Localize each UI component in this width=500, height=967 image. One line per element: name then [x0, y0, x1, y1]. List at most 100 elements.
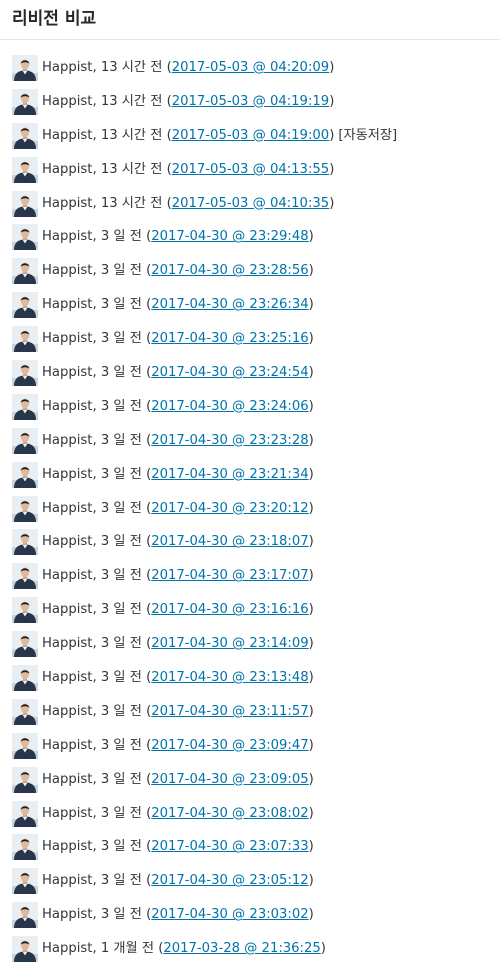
- open-paren: (: [141, 229, 152, 245]
- revision-list: Happist, 13 시간 전 (2017-05-03 @ 04:20:09)…: [12, 51, 500, 966]
- revision-date-link[interactable]: 2017-04-30 @ 23:05:12: [151, 872, 308, 890]
- revision-date-link[interactable]: 2017-04-30 @ 23:24:54: [151, 364, 308, 382]
- open-paren: (: [141, 737, 152, 753]
- open-paren: (: [141, 703, 152, 719]
- revision-date-link[interactable]: 2017-04-30 @ 23:24:06: [151, 398, 308, 416]
- close-paren: ): [308, 500, 314, 516]
- revision-author-time: Happist, 3 일 전: [42, 907, 142, 923]
- open-paren: (: [141, 364, 152, 380]
- close-paren: ): [320, 941, 326, 957]
- revision-author-time: Happist, 3 일 전: [42, 805, 142, 821]
- close-paren: ): [308, 771, 314, 787]
- open-paren: (: [141, 331, 152, 347]
- revision-item: Happist, 3 일 전 (2017-04-30 @ 23:05:12): [12, 864, 500, 898]
- close-paren: ): [308, 466, 314, 482]
- close-paren: ): [308, 805, 314, 821]
- avatar: [12, 156, 38, 183]
- revision-date-link[interactable]: 2017-05-03 @ 04:19:00: [172, 127, 329, 145]
- revision-author-time: Happist, 3 일 전: [42, 602, 142, 618]
- open-paren: (: [141, 534, 152, 550]
- revision-author-time: Happist, 3 일 전: [42, 636, 142, 652]
- open-paren: (: [141, 432, 152, 448]
- revision-author-time: Happist, 13 시간 전: [42, 195, 163, 211]
- revision-author-time: Happist, 3 일 전: [42, 873, 142, 889]
- revision-author-time: Happist, 3 일 전: [42, 364, 142, 380]
- revision-date-link[interactable]: 2017-04-30 @ 23:21:34: [151, 466, 308, 484]
- avatar: [12, 902, 38, 929]
- revision-item: Happist, 3 일 전 (2017-04-30 @ 23:08:02): [12, 797, 500, 831]
- revision-date-link[interactable]: 2017-04-30 @ 23:17:07: [151, 567, 308, 585]
- revision-item: Happist, 3 일 전 (2017-04-30 @ 23:18:07): [12, 525, 500, 559]
- revision-date-link[interactable]: 2017-04-30 @ 23:14:09: [151, 635, 308, 653]
- revision-date-link[interactable]: 2017-04-30 @ 23:29:48: [151, 228, 308, 246]
- avatar: [12, 427, 38, 454]
- revision-date-link[interactable]: 2017-03-28 @ 21:36:25: [163, 940, 320, 958]
- open-paren: (: [141, 602, 152, 618]
- revision-date-link[interactable]: 2017-04-30 @ 23:13:48: [151, 669, 308, 687]
- close-paren: ): [308, 331, 314, 347]
- close-paren: ): [308, 364, 314, 380]
- revision-date-link[interactable]: 2017-05-03 @ 04:13:55: [172, 161, 329, 179]
- revision-author-time: Happist, 3 일 전: [42, 263, 142, 279]
- revision-date-link[interactable]: 2017-04-30 @ 23:08:02: [151, 805, 308, 823]
- avatar: [12, 88, 38, 115]
- revision-date-link[interactable]: 2017-04-30 @ 23:18:07: [151, 533, 308, 551]
- revision-author-time: Happist, 13 시간 전: [42, 127, 163, 143]
- revision-item: Happist, 3 일 전 (2017-04-30 @ 23:16:16): [12, 593, 500, 627]
- avatar: [12, 732, 38, 759]
- revision-author-time: Happist, 3 일 전: [42, 771, 142, 787]
- revision-date-link[interactable]: 2017-04-30 @ 23:07:33: [151, 838, 308, 856]
- open-paren: (: [141, 669, 152, 685]
- avatar: [12, 461, 38, 488]
- close-paren: ): [308, 737, 314, 753]
- revision-author-time: Happist, 3 일 전: [42, 297, 142, 313]
- close-paren: ): [308, 229, 314, 245]
- revision-date-link[interactable]: 2017-05-03 @ 04:19:19: [172, 93, 329, 111]
- revision-date-link[interactable]: 2017-05-03 @ 04:20:09: [172, 59, 329, 77]
- open-paren: (: [141, 636, 152, 652]
- revision-item: Happist, 3 일 전 (2017-04-30 @ 23:29:48): [12, 220, 500, 254]
- close-paren: ): [329, 93, 335, 109]
- avatar: [12, 597, 38, 624]
- close-paren: ): [308, 568, 314, 584]
- close-paren: ): [308, 703, 314, 719]
- revision-author-time: Happist, 3 일 전: [42, 669, 142, 685]
- revision-item: Happist, 3 일 전 (2017-04-30 @ 23:26:34): [12, 288, 500, 322]
- revision-date-link[interactable]: 2017-04-30 @ 23:28:56: [151, 262, 308, 280]
- revisions-header: 리비전 비교: [0, 0, 500, 40]
- revision-date-link[interactable]: 2017-04-30 @ 23:26:34: [151, 296, 308, 314]
- revision-author-time: Happist, 3 일 전: [42, 432, 142, 448]
- revision-date-link[interactable]: 2017-04-30 @ 23:03:02: [151, 906, 308, 924]
- open-paren: (: [141, 398, 152, 414]
- avatar: [12, 529, 38, 556]
- close-paren: ): [329, 59, 335, 75]
- avatar: [12, 292, 38, 319]
- avatar: [12, 766, 38, 793]
- revision-date-link[interactable]: 2017-05-03 @ 04:10:35: [172, 195, 329, 213]
- revision-item: Happist, 3 일 전 (2017-04-30 @ 23:07:33): [12, 830, 500, 864]
- revision-date-link[interactable]: 2017-04-30 @ 23:20:12: [151, 500, 308, 518]
- open-paren: (: [141, 873, 152, 889]
- revision-item: Happist, 3 일 전 (2017-04-30 @ 23:23:28): [12, 424, 500, 458]
- open-paren: (: [141, 805, 152, 821]
- open-paren: (: [162, 195, 172, 211]
- revision-item: Happist, 13 시간 전 (2017-05-03 @ 04:20:09): [12, 51, 500, 85]
- open-paren: (: [162, 93, 172, 109]
- open-paren: (: [141, 839, 152, 855]
- revision-date-link[interactable]: 2017-04-30 @ 23:11:57: [151, 703, 308, 721]
- close-paren: ): [308, 839, 314, 855]
- close-paren: ): [308, 602, 314, 618]
- revision-author-time: Happist, 13 시간 전: [42, 59, 163, 75]
- revision-date-link[interactable]: 2017-04-30 @ 23:09:47: [151, 737, 308, 755]
- open-paren: (: [141, 568, 152, 584]
- revision-author-time: Happist, 3 일 전: [42, 500, 142, 516]
- revision-item: Happist, 3 일 전 (2017-04-30 @ 23:24:06): [12, 390, 500, 424]
- open-paren: (: [141, 297, 152, 313]
- revision-author-time: Happist, 3 일 전: [42, 737, 142, 753]
- revision-date-link[interactable]: 2017-04-30 @ 23:25:16: [151, 330, 308, 348]
- revision-item: Happist, 3 일 전 (2017-04-30 @ 23:14:09): [12, 627, 500, 661]
- revision-date-link[interactable]: 2017-04-30 @ 23:16:16: [151, 601, 308, 619]
- close-paren: ): [308, 534, 314, 550]
- revision-date-link[interactable]: 2017-04-30 @ 23:23:28: [151, 432, 308, 450]
- revision-date-link[interactable]: 2017-04-30 @ 23:09:05: [151, 771, 308, 789]
